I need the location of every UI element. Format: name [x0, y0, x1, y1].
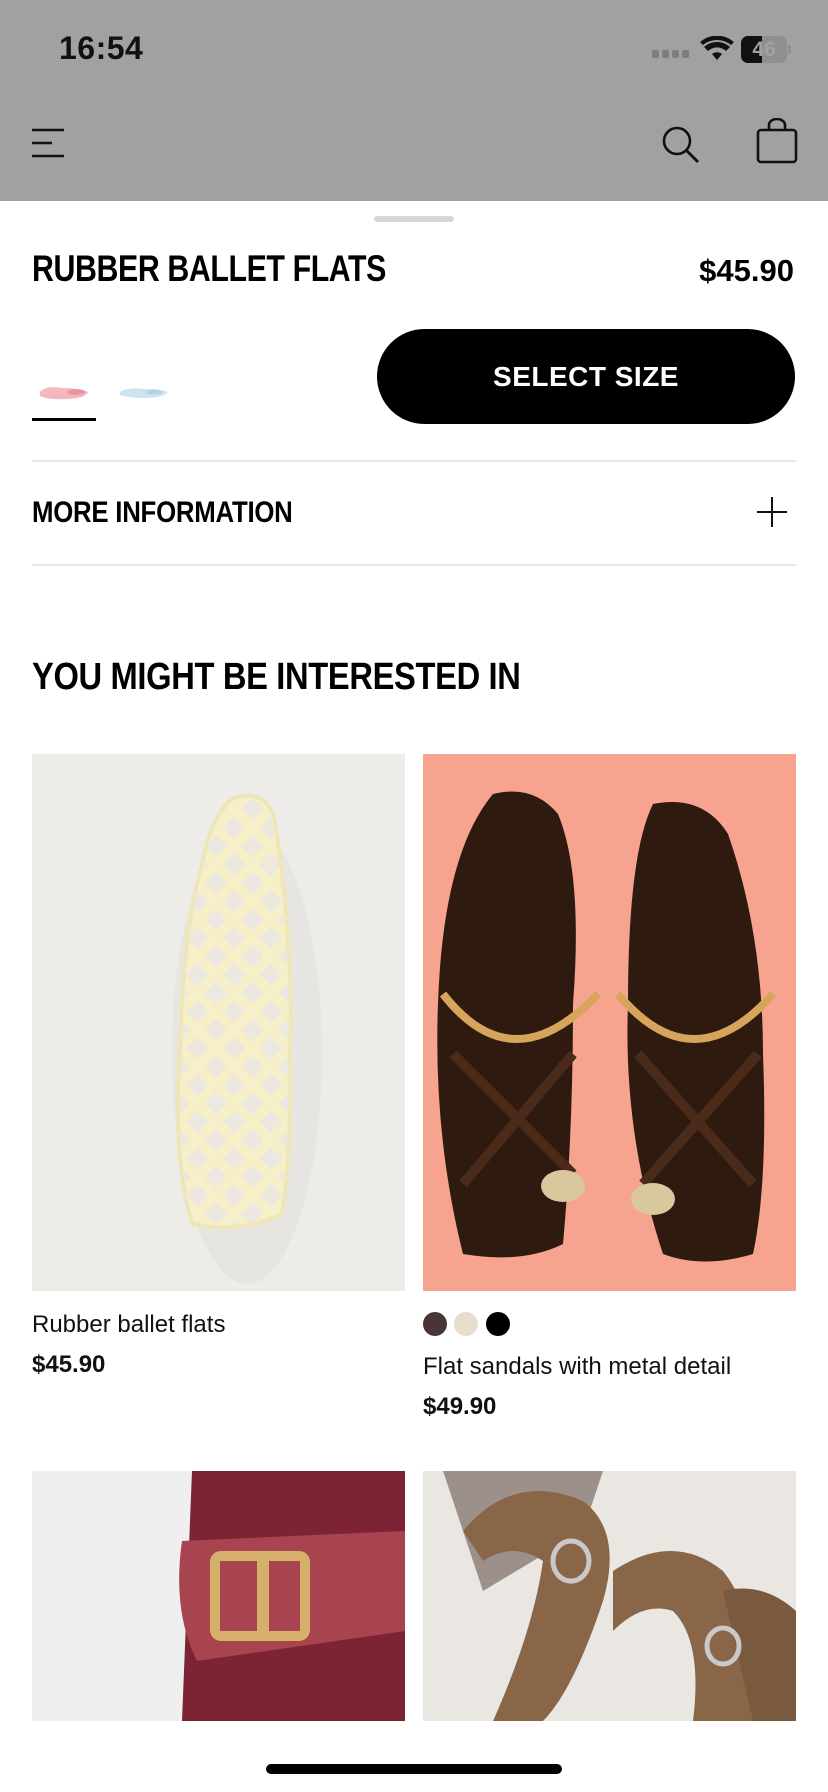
brown-strappy-sandals-image — [423, 754, 796, 1291]
shopping-bag-icon[interactable] — [756, 118, 798, 164]
color-dot-black[interactable] — [486, 1312, 510, 1336]
pink-flat-thumbnail-icon — [40, 387, 88, 400]
search-icon[interactable] — [660, 124, 700, 164]
color-dot-dark-brown[interactable] — [423, 1312, 447, 1336]
battery-level: 46 — [752, 38, 776, 61]
burgundy-buckle-sandal-image — [32, 1471, 405, 1721]
wifi-icon — [700, 36, 734, 60]
home-indicator — [266, 1764, 562, 1774]
more-information-label: MORE INFORMATION — [32, 496, 293, 529]
product-card[interactable]: Rubber ballet flats $45.90 — [32, 754, 405, 1384]
product-title: RUBBER BALLET FLATS — [32, 248, 387, 289]
product-card[interactable] — [423, 1471, 796, 1721]
color-dot-cream[interactable] — [454, 1312, 478, 1336]
recommendations-heading: YOU MIGHT BE INTERESTED IN — [32, 656, 521, 698]
product-card[interactable]: Flat sandals with metal detail $49.90 — [423, 754, 796, 1426]
color-swatch-pink[interactable] — [32, 370, 96, 421]
more-information-toggle[interactable]: MORE INFORMATION — [32, 462, 796, 564]
brown-suede-strap-sandal-image — [423, 1471, 796, 1721]
battery-icon: 46 — [741, 36, 791, 63]
color-swatch-blue[interactable] — [116, 370, 176, 418]
blue-flat-thumbnail-icon — [120, 388, 168, 398]
divider — [32, 564, 796, 566]
product-card-name: Rubber ballet flats — [32, 1311, 226, 1338]
product-card-price: $45.90 — [32, 1351, 106, 1378]
select-size-button[interactable]: SELECT SIZE — [377, 329, 795, 424]
product-card[interactable] — [32, 1471, 405, 1721]
cellular-signal-icon — [652, 50, 690, 60]
sheet-grabber[interactable] — [374, 216, 454, 222]
product-card-name: Flat sandals with metal detail — [423, 1353, 732, 1380]
clear-mesh-ballet-flat-image — [32, 754, 405, 1291]
product-card-price: $49.90 — [423, 1393, 497, 1420]
product-price: $45.90 — [699, 253, 794, 288]
plus-icon — [757, 497, 787, 527]
status-time: 16:54 — [59, 30, 144, 66]
menu-icon[interactable] — [30, 126, 66, 160]
